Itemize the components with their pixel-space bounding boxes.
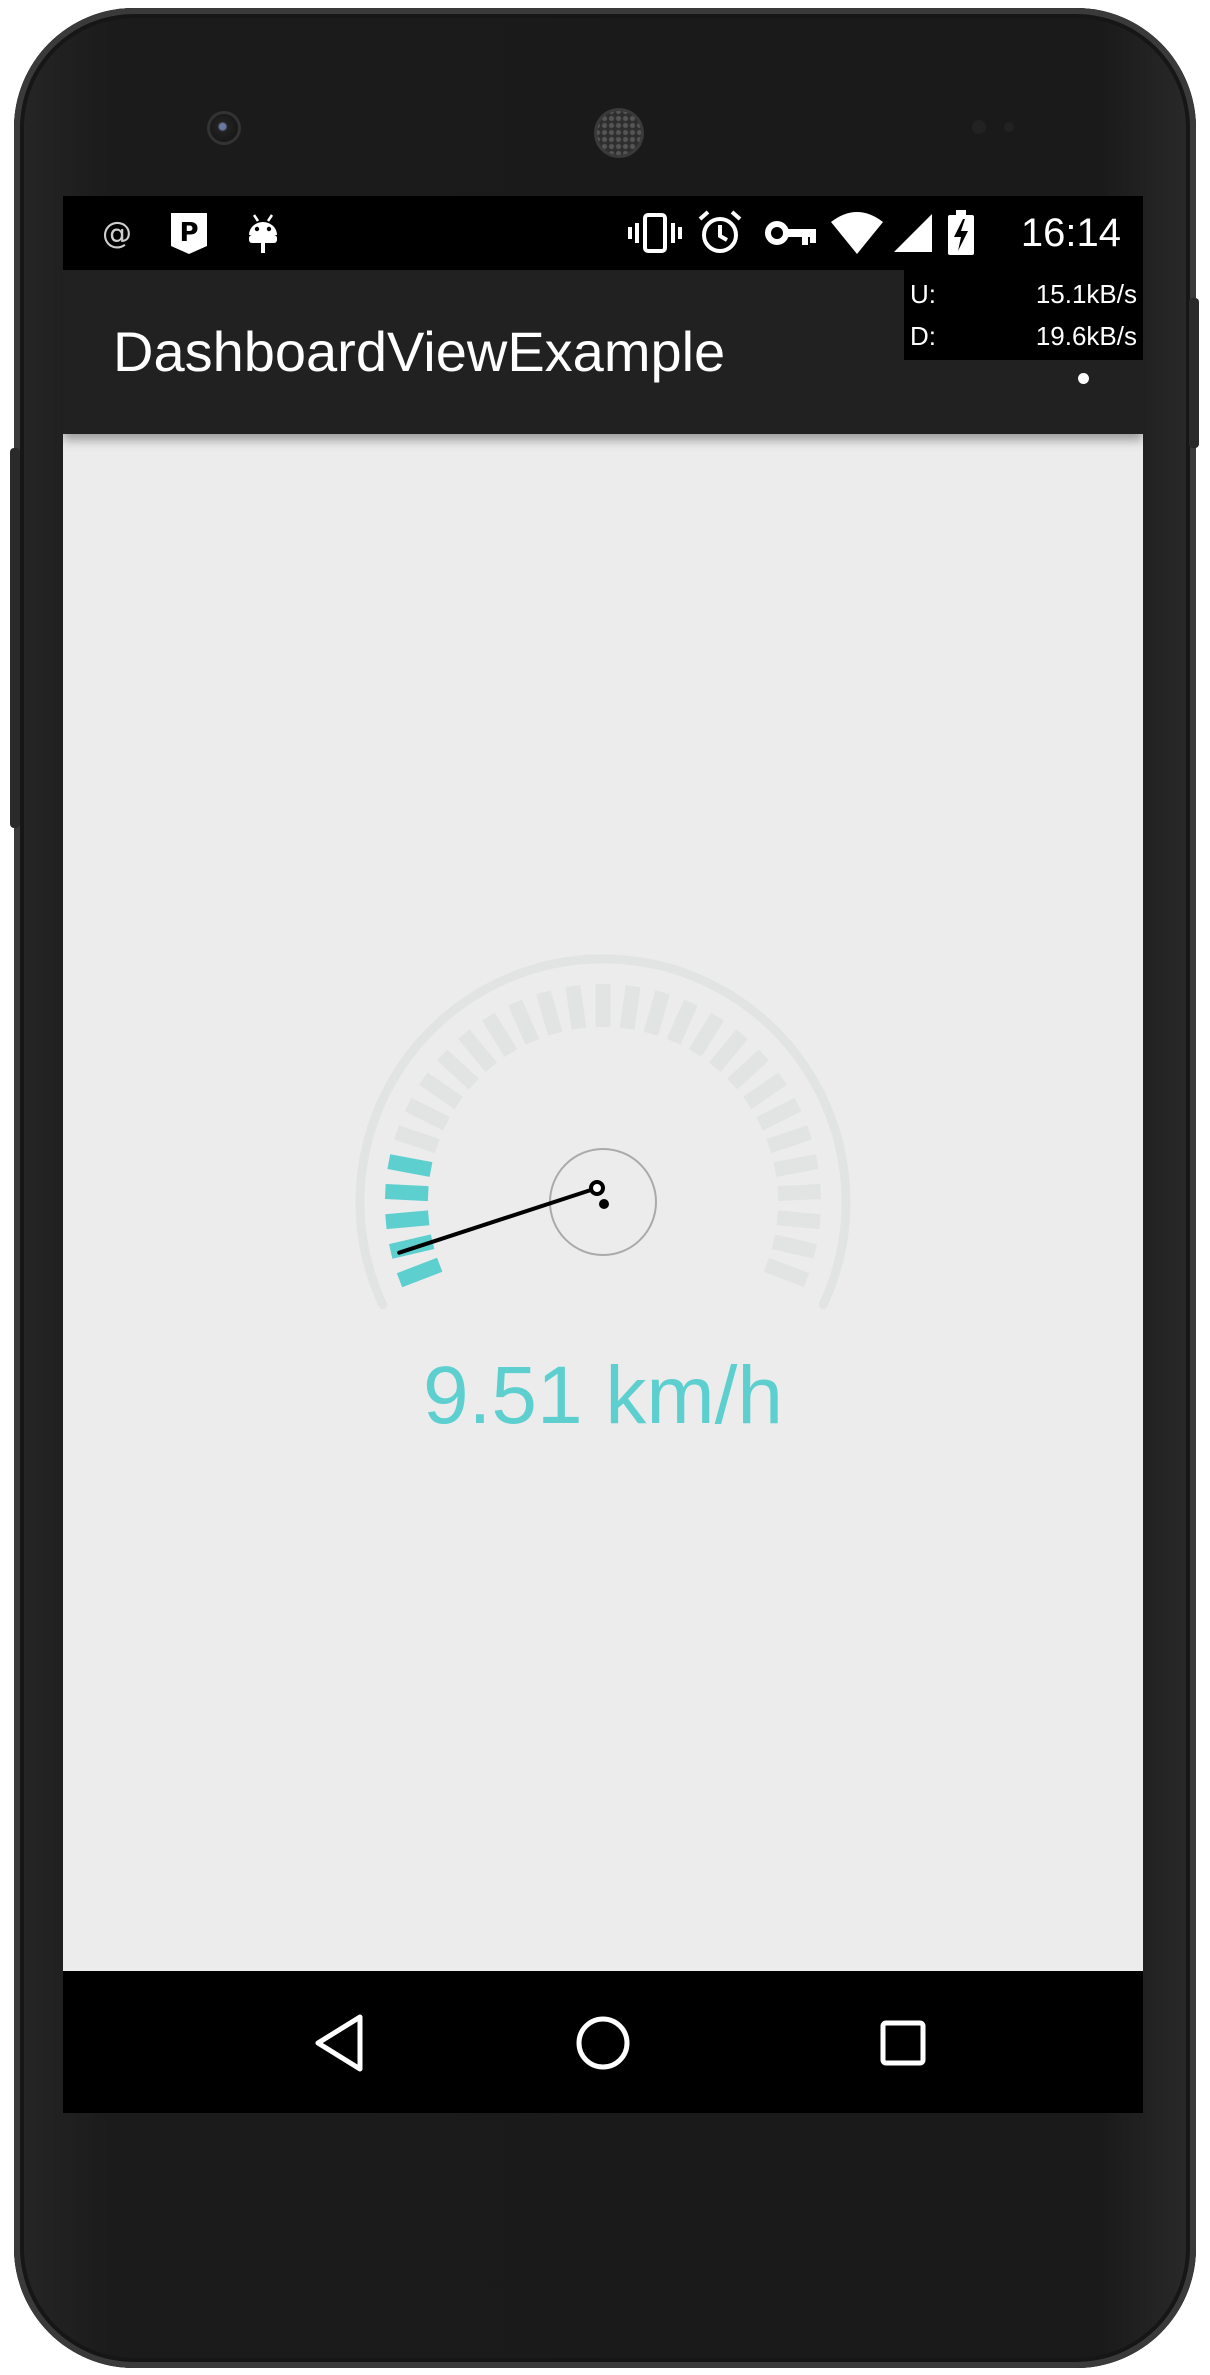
gauge-tick (743, 1072, 787, 1110)
upload-label: U: (910, 279, 936, 309)
gauge-tick (394, 1125, 440, 1154)
gauge-tick (565, 985, 587, 1030)
gauge-tick (688, 1012, 724, 1058)
gauge-tick (419, 1072, 463, 1110)
gauge-tick (508, 999, 540, 1045)
speed-readout: 9.51 km/h (422, 1350, 784, 1441)
download-label: D: (910, 321, 936, 351)
front-camera (210, 114, 238, 142)
proximity-sensor (972, 120, 986, 134)
gauge-tick (643, 990, 670, 1036)
gauge-tick (776, 1210, 821, 1230)
gauge-tick (619, 985, 641, 1030)
volume-button (10, 448, 20, 828)
gauge-tick (771, 1234, 817, 1259)
recents-square-icon[interactable] (867, 2007, 939, 2079)
device-screen: @ P 16:14 DashboardViewExample U: 15.1kB… (63, 196, 1143, 2113)
gauge-tick-active (396, 1257, 443, 1288)
gauge-tick (536, 990, 563, 1036)
home-circle-icon[interactable] (567, 2007, 639, 2079)
gauge-tick (437, 1049, 479, 1090)
overflow-dot (1077, 373, 1089, 384)
gauge-needle-pivot (589, 1180, 605, 1196)
upload-value: 15.1kB/s (1035, 279, 1137, 309)
upload-row: U: 15.1kB/s (910, 274, 1137, 314)
gauge-tick-active (384, 1184, 429, 1202)
power-button (1189, 298, 1199, 448)
gauge-tick (727, 1049, 769, 1090)
gauge-tick (666, 999, 698, 1045)
earpiece-speaker (594, 108, 644, 158)
gauge-tick (777, 1184, 822, 1202)
download-row: D: 19.6kB/s (910, 316, 1137, 356)
gauge-tick (763, 1257, 810, 1288)
gauge-tick (708, 1029, 748, 1073)
gauge-tick (773, 1154, 819, 1177)
network-speed-overlay: U: 15.1kB/s D: 19.6kB/s (904, 270, 1143, 360)
speedometer-gauge (355, 954, 851, 1310)
gauge-center-dot (599, 1199, 609, 1209)
gauge-tick (404, 1097, 450, 1131)
back-triangle-icon[interactable] (304, 2007, 376, 2079)
gauge-tick (458, 1029, 498, 1073)
gauge-tick (766, 1125, 812, 1154)
light-sensor (1004, 122, 1014, 132)
gauge-tick (756, 1097, 802, 1131)
gauge-tick-active (387, 1154, 433, 1177)
gauge-tick (482, 1012, 518, 1058)
download-value: 19.6kB/s (1035, 321, 1137, 351)
app-title: DashboardViewExample (113, 320, 726, 383)
gauge-tick-active (385, 1210, 430, 1230)
navigation-bar (63, 1971, 1143, 2113)
